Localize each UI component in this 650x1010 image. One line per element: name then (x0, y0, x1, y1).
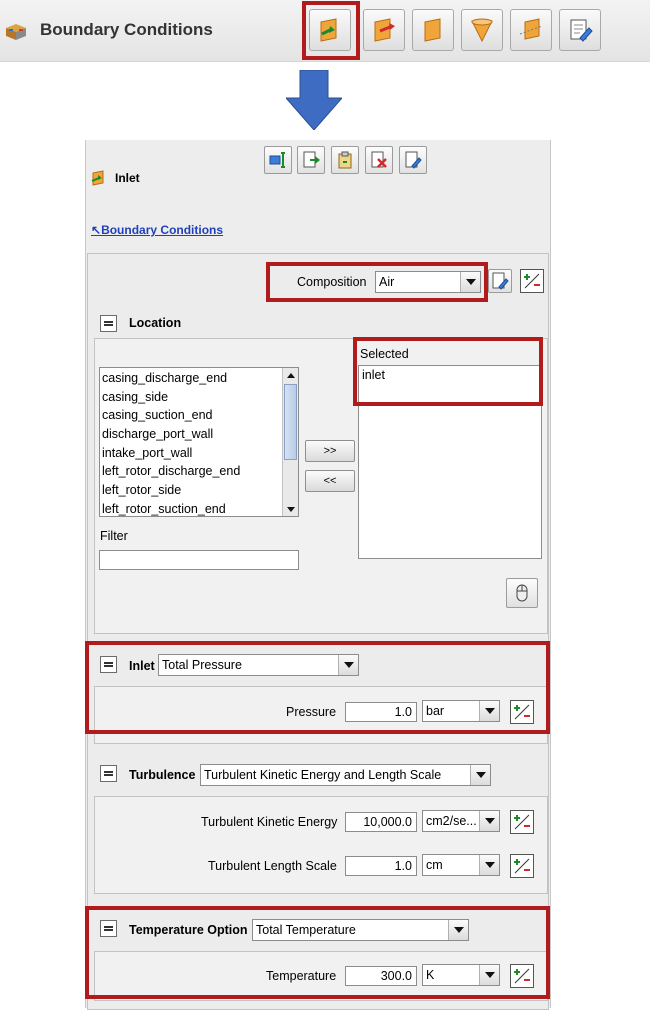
export-icon (303, 151, 320, 168)
composition-value: Air (379, 275, 395, 289)
symmetry-button[interactable] (510, 9, 552, 51)
tke-field[interactable]: 10,000.0 (345, 812, 417, 832)
scroll-down-icon[interactable] (283, 502, 298, 516)
outlet-button[interactable] (363, 9, 405, 51)
composition-expression-button[interactable] (520, 269, 544, 293)
list-item[interactable]: left_rotor_side (100, 481, 282, 500)
list-item[interactable]: left_rotor_suction_end (100, 500, 282, 519)
composition-edit-button[interactable] (488, 269, 512, 293)
panel-title: Inlet (115, 171, 140, 185)
list-item[interactable]: casing_side (100, 388, 282, 407)
turbulence-option-value: Turbulent Kinetic Energy and Length Scal… (204, 768, 442, 782)
list-item[interactable]: casing_discharge_end (100, 369, 282, 388)
wall-button[interactable] (412, 9, 454, 51)
filter-input[interactable] (99, 550, 299, 570)
opening-icon (471, 18, 493, 43)
chevron-down-icon (470, 765, 490, 785)
tke-unit-select[interactable]: cm2/se... (422, 810, 500, 832)
length-scale-field[interactable]: 1.0 (345, 856, 417, 876)
monitor-button[interactable] (264, 146, 292, 174)
opening-button[interactable] (461, 9, 503, 51)
tke-expression-button[interactable] (510, 810, 534, 834)
scrollbar[interactable] (282, 368, 298, 516)
length-scale-unit-select[interactable]: cm (422, 854, 500, 876)
panel-edit-button[interactable] (399, 146, 427, 174)
list-item[interactable]: discharge_port_wall (100, 425, 282, 444)
export-button[interactable] (297, 146, 325, 174)
turbulence-option-select[interactable]: Turbulent Kinetic Energy and Length Scal… (200, 764, 491, 786)
tke-unit-value: cm2/se... (426, 814, 477, 828)
available-locations-list[interactable]: casing_discharge_end casing_side casing_… (99, 367, 299, 517)
add-location-button[interactable]: >> (305, 440, 355, 462)
plus-minus-icon (514, 858, 530, 874)
list-item[interactable]: left_rotor_discharge_end (100, 462, 282, 481)
boundary-conditions-icon (4, 20, 30, 42)
monitor-icon (269, 152, 285, 168)
remove-location-button[interactable]: << (305, 470, 355, 492)
paste-button[interactable] (331, 146, 359, 174)
turbulence-label: Turbulence (129, 768, 196, 782)
back-link-label: Boundary Conditions (101, 223, 224, 237)
location-label: Location (129, 316, 182, 330)
pick-location-button[interactable] (506, 578, 538, 608)
symmetry-icon (519, 18, 543, 40)
inlet-icon (90, 169, 108, 187)
composition-label: Composition (297, 275, 367, 289)
down-arrow (284, 69, 344, 131)
delete-icon (371, 151, 387, 168)
length-scale-label: Turbulent Length Scale (208, 859, 337, 873)
highlight-frame (85, 906, 550, 999)
edit-icon (570, 19, 593, 42)
highlight-frame (353, 337, 543, 406)
length-scale-expression-button[interactable] (510, 854, 534, 878)
composition-select[interactable]: Air (375, 271, 481, 293)
turbulence-collapse-button[interactable] (100, 765, 117, 782)
location-collapse-button[interactable] (100, 315, 117, 332)
wall-icon (424, 18, 441, 42)
chevron-down-icon (479, 855, 499, 875)
edit-button[interactable] (559, 9, 601, 51)
back-arrow-icon: ↖ (91, 223, 102, 237)
inlet-icon (320, 18, 337, 42)
boundary-conditions-link[interactable]: ↖Boundary Conditions (91, 223, 223, 237)
length-scale-unit-value: cm (426, 858, 443, 872)
chevron-down-icon (479, 811, 499, 831)
list-item[interactable]: intake_port_wall (100, 444, 282, 463)
plus-minus-icon (524, 273, 540, 289)
plus-minus-icon (514, 814, 530, 830)
inlet-button[interactable] (309, 9, 351, 51)
highlight-frame (85, 641, 550, 734)
scroll-thumb[interactable] (284, 384, 297, 460)
edit-icon (492, 272, 509, 290)
page-title: Boundary Conditions (40, 20, 213, 39)
outlet-icon (374, 18, 395, 42)
filter-label: Filter (100, 529, 128, 543)
paste-icon (338, 151, 352, 169)
tke-label: Turbulent Kinetic Energy (201, 815, 338, 829)
edit-icon (405, 151, 422, 169)
list-item[interactable]: casing_suction_end (100, 406, 282, 425)
chevron-down-icon (460, 272, 480, 292)
delete-button[interactable] (365, 146, 393, 174)
mouse-icon (516, 584, 528, 602)
scroll-up-icon[interactable] (283, 368, 298, 382)
